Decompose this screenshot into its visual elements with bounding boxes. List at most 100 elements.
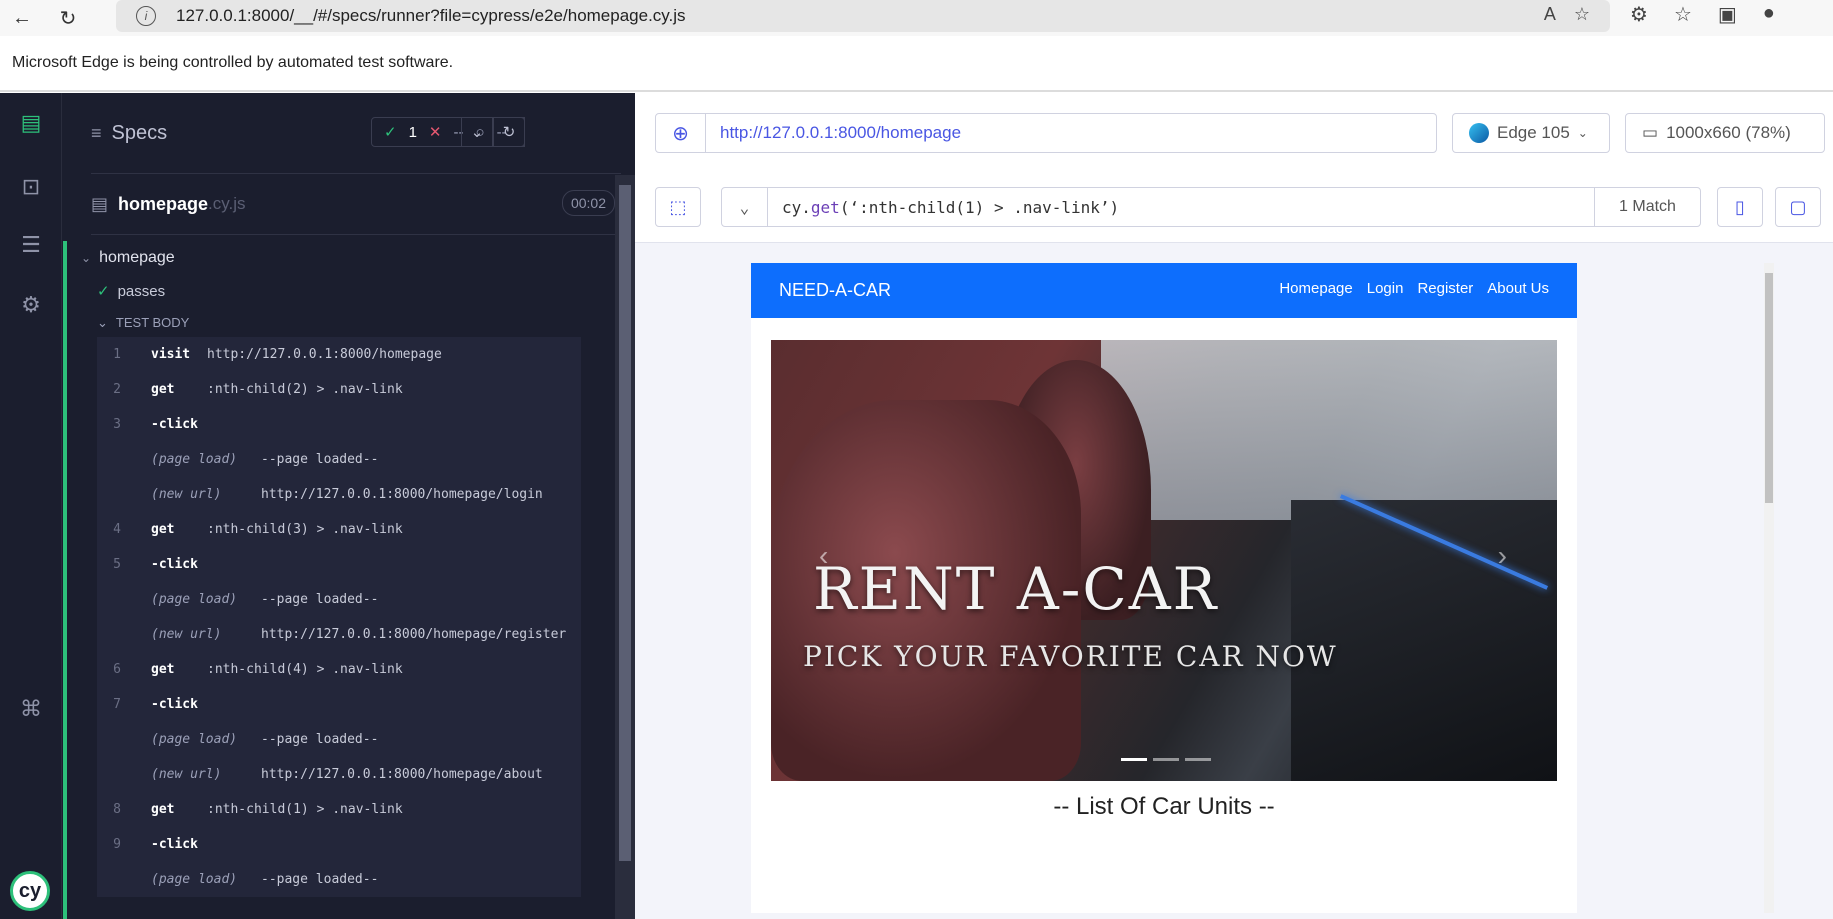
test-body-toggle[interactable]: ⌄ TEST BODY (97, 315, 189, 331)
command-message: http://127.0.0.1:8000/homepage/register (261, 627, 567, 642)
event-row[interactable]: (page load) --page loaded-- (97, 582, 581, 617)
address-url: 127.0.0.1:8000/__/#/specs/runner?file=cy… (176, 6, 686, 25)
nav-link-register[interactable]: Register (1417, 280, 1473, 297)
extensions-icon[interactable]: ⚙ (1630, 2, 1648, 27)
address-bar[interactable]: i 127.0.0.1:8000/__/#/specs/runner?file=… (116, 0, 1610, 32)
command-number: 7 (113, 697, 121, 712)
site-nav-links: Homepage Login Register About Us (1279, 280, 1549, 297)
profile-icon[interactable]: ● (1763, 2, 1775, 27)
test-title: passes (117, 282, 166, 300)
reporter-panel: ≡ Specs ✓ 1 ✕ -- ○ -- ⌄ ↻ ▤ homepage .cy… (63, 93, 635, 919)
read-aloud-icon[interactable]: A (1544, 4, 1556, 25)
copy-icon[interactable]: ▯ (1717, 187, 1763, 227)
carousel-indicators (1121, 758, 1211, 761)
command-name: -click (151, 837, 198, 852)
command-row[interactable]: 7 -click (97, 687, 581, 722)
reporter-scroll-thumb[interactable] (619, 185, 631, 861)
event-row[interactable]: (new url) http://127.0.0.1:8000/homepage/… (97, 757, 581, 792)
carousel-indicator[interactable] (1121, 758, 1147, 761)
command-row[interactable]: 9 -click (97, 827, 581, 862)
info-icon[interactable]: i (136, 6, 156, 26)
nav-link-about[interactable]: About Us (1487, 280, 1549, 297)
test-body-label: TEST BODY (115, 315, 190, 330)
command-message: :nth-child(1) > .nav-link (207, 802, 403, 817)
spec-file-name: homepage (118, 193, 209, 214)
reporter-scrollbar[interactable] (615, 175, 635, 919)
debug-nav-icon[interactable]: ☰ (0, 225, 62, 265)
viewport-icon: ▭ (1642, 123, 1659, 142)
browser-selector[interactable]: Edge 105 ⌄ (1452, 113, 1610, 153)
nav-link-homepage[interactable]: Homepage (1279, 280, 1352, 297)
command-name: -click (151, 557, 198, 572)
crosshair-icon[interactable]: ⊕ (656, 114, 706, 152)
collapse-all-button[interactable]: ⌄ (461, 117, 493, 147)
command-name: -click (151, 697, 198, 712)
command-row[interactable]: 2 get:nth-child(2) > .nav-link (97, 372, 581, 407)
command-name: (new url) (151, 627, 222, 642)
carousel-next-icon[interactable]: › (1498, 540, 1507, 572)
chevron-down-icon[interactable]: ⌄ (722, 188, 768, 226)
command-name: (page load) (151, 452, 238, 467)
event-row[interactable]: (page load) --page loaded-- (97, 442, 581, 477)
site-brand[interactable]: NEED-A-CAR (779, 280, 891, 301)
runnable-tree: ⌄ homepage ✓ passes ⌄ TEST BODY 1 visit ht… (63, 241, 610, 919)
runs-nav-icon[interactable]: ⊡ (0, 167, 62, 207)
command-number: 2 (113, 382, 121, 397)
command-message: http://127.0.0.1:8000/homepage (207, 347, 442, 362)
command-number: 9 (113, 837, 121, 852)
command-number: 6 (113, 662, 121, 677)
aut-url[interactable]: http://127.0.0.1:8000/homepage (720, 123, 961, 143)
aut-header: ⊕ http://127.0.0.1:8000/homepage Edge 10… (635, 93, 1833, 243)
viewport-selector[interactable]: ▭ 1000x660 (78%) (1625, 113, 1825, 153)
site-navbar: NEED-A-CAR Homepage Login Register About… (751, 263, 1577, 318)
command-number: 1 (113, 347, 121, 362)
cypress-logo: cy (10, 871, 50, 911)
command-name: get (151, 802, 175, 817)
command-row[interactable]: 3 -click (97, 407, 581, 442)
back-icon[interactable]: ← (4, 0, 40, 36)
chevron-down-icon: ⌄ (81, 251, 92, 265)
command-row[interactable]: 1 visit http://127.0.0.1:8000/homepage (97, 337, 581, 372)
carousel-indicator[interactable] (1153, 758, 1179, 761)
nav-link-login[interactable]: Login (1367, 280, 1404, 297)
match-count: 1 Match (1594, 188, 1700, 226)
favorites-icon[interactable]: ☆ (1674, 2, 1692, 27)
event-row[interactable]: (new url) http://127.0.0.1:8000/homepage/… (97, 477, 581, 512)
command-row[interactable]: 6 get:nth-child(4) > .nav-link (97, 652, 581, 687)
browser-name: Edge 105 (1497, 123, 1570, 142)
command-number: 3 (113, 417, 121, 432)
suite-title: homepage (99, 249, 175, 266)
element-picker-button[interactable]: ⬚ (655, 187, 701, 227)
event-row[interactable]: (page load) --page loaded-- (97, 722, 581, 757)
selector-input[interactable]: ⌄ cy.get(‘:nth-child(1) > .nav-link’) 1 … (721, 187, 1701, 227)
favorite-add-icon[interactable]: ☆ (1574, 4, 1590, 25)
passed-icon: ✓ (384, 124, 397, 141)
settings-icon[interactable]: ⚙ (0, 285, 62, 325)
command-number: 8 (113, 802, 121, 817)
command-name: visit (151, 347, 191, 362)
collections-icon[interactable]: ▣ (1718, 2, 1737, 27)
command-row[interactable]: 8 get :nth-child(1) > .nav-link (97, 792, 581, 827)
event-row[interactable]: (page load) --page loaded-- (97, 862, 581, 897)
event-row[interactable]: (new url) http://127.0.0.1:8000/homepage/… (97, 617, 581, 652)
hero-carousel: ‹ › RENT A-CAR PICK YOUR FAVORITE CAR NO… (771, 340, 1557, 781)
rerun-button[interactable]: ↻ (493, 117, 525, 147)
hero-title: RENT A-CAR (813, 555, 1219, 623)
command-name: get (151, 522, 175, 537)
carousel-indicator[interactable] (1185, 758, 1211, 761)
test-row[interactable]: ✓ passes (97, 282, 166, 301)
refresh-icon[interactable]: ↻ (50, 0, 86, 36)
command-row[interactable]: 4 get:nth-child(3) > .nav-link (97, 512, 581, 547)
specs-nav-icon[interactable]: ▤ (0, 103, 62, 143)
run-duration: 00:02 (561, 190, 615, 216)
command-message: --page loaded-- (261, 452, 379, 467)
print-console-icon[interactable]: ▢ (1775, 187, 1821, 227)
suite-row[interactable]: ⌄ homepage (81, 249, 175, 267)
specs-toggle-icon[interactable]: ≡ (91, 123, 102, 144)
keyboard-shortcuts-icon[interactable]: ⌘ (0, 689, 62, 729)
app-under-test: NEED-A-CAR Homepage Login Register About… (751, 263, 1577, 913)
aut-scroll-thumb[interactable] (1765, 273, 1773, 503)
command-row[interactable]: 5 -click (97, 547, 581, 582)
command-name: (page load) (151, 732, 238, 747)
aut-scrollbar[interactable] (1764, 263, 1774, 913)
